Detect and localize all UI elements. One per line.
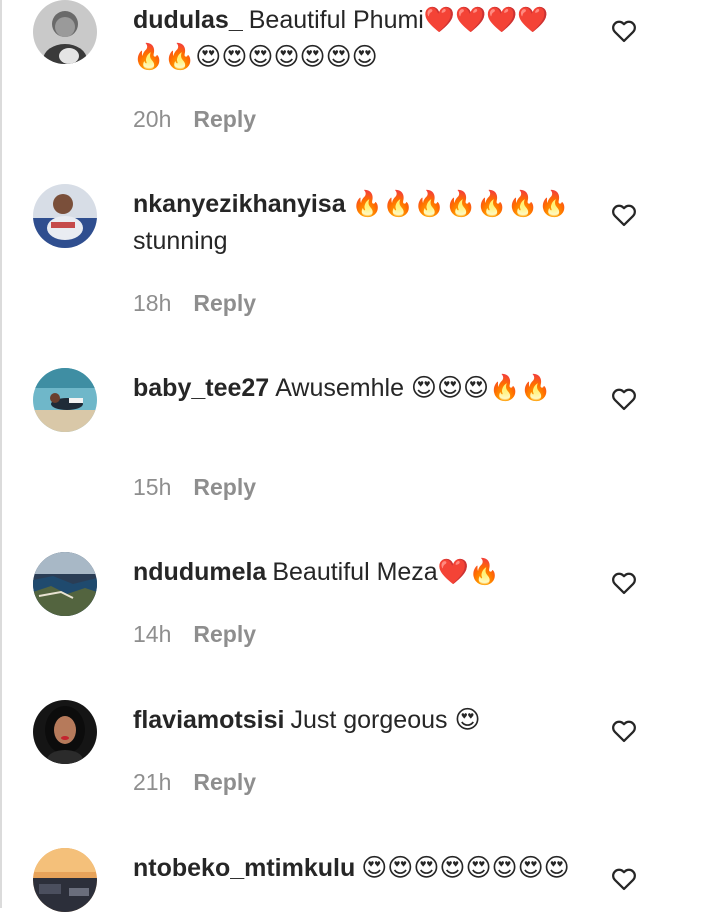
left-divider: [0, 0, 2, 908]
comment-timestamp: 21h: [133, 769, 172, 795]
avatar[interactable]: [33, 368, 97, 432]
comment-meta: 20h Reply: [133, 104, 256, 134]
comment-text: baby_tee27 Awusemhle 😍😍😍🔥🔥: [133, 370, 578, 407]
avatar-person-blue-icon: [33, 184, 97, 248]
avatar[interactable]: [33, 184, 97, 248]
comment-username[interactable]: dudulas_: [133, 6, 243, 34]
comment-meta: 15h Reply: [133, 472, 256, 502]
avatar-woman-portrait-bw-icon: [33, 0, 97, 64]
avatar[interactable]: [33, 0, 97, 64]
avatar[interactable]: [33, 700, 97, 764]
comment-meta: 14h Reply: [133, 619, 256, 649]
reply-button[interactable]: Reply: [193, 290, 256, 316]
like-button[interactable]: [610, 385, 638, 413]
like-button[interactable]: [610, 17, 638, 45]
like-button[interactable]: [610, 717, 638, 745]
comment-timestamp: 18h: [133, 290, 172, 316]
heart-outline-icon: [612, 20, 636, 43]
comment-message: Beautiful Meza❤️🔥: [272, 558, 500, 586]
comment-text: nkanyezikhanyisa 🔥🔥🔥🔥🔥🔥🔥stunning: [133, 186, 578, 260]
comment-username[interactable]: flaviamotsisi: [133, 706, 284, 734]
comment-message: Just gorgeous 😍: [290, 706, 481, 734]
reply-button[interactable]: Reply: [193, 474, 256, 500]
comment-message: Awusemhle 😍😍😍🔥🔥: [275, 374, 552, 402]
comment-username[interactable]: ntobeko_mtimkulu: [133, 854, 355, 882]
heart-outline-icon: [612, 388, 636, 411]
avatar-sunset-street-icon: [33, 848, 97, 912]
reply-button[interactable]: Reply: [193, 769, 256, 795]
heart-outline-icon: [612, 720, 636, 743]
comment-meta: 18h Reply: [133, 288, 256, 318]
reply-button[interactable]: Reply: [193, 621, 256, 647]
comment-username[interactable]: ndudumela: [133, 558, 266, 586]
comment-text: ntobeko_mtimkulu 😍😍😍😍😍😍😍😍: [133, 850, 578, 887]
heart-outline-icon: [612, 868, 636, 891]
comment-timestamp: 14h: [133, 621, 172, 647]
like-button[interactable]: [610, 569, 638, 597]
reply-button[interactable]: Reply: [193, 106, 256, 132]
comment-text: ndudumela Beautiful Meza❤️🔥: [133, 554, 578, 591]
avatar-beach-scene-icon: [33, 368, 97, 432]
comment-timestamp: 15h: [133, 474, 172, 500]
heart-outline-icon: [612, 204, 636, 227]
comment-username[interactable]: nkanyezikhanyisa: [133, 190, 346, 218]
avatar[interactable]: [33, 848, 97, 912]
comment-message: 😍😍😍😍😍😍😍😍: [361, 854, 570, 882]
comment-text: flaviamotsisi Just gorgeous 😍: [133, 702, 578, 739]
avatar-coastline-aerial-icon: [33, 552, 97, 616]
comment-username[interactable]: baby_tee27: [133, 374, 269, 402]
heart-outline-icon: [612, 572, 636, 595]
comment-timestamp: 20h: [133, 106, 172, 132]
avatar-woman-dark-hair-icon: [33, 700, 97, 764]
comment-meta: 21h Reply: [133, 767, 256, 797]
like-button[interactable]: [610, 201, 638, 229]
like-button[interactable]: [610, 865, 638, 893]
avatar[interactable]: [33, 552, 97, 616]
comment-text: dudulas_ Beautiful Phumi❤️❤️❤️❤️🔥🔥😍😍😍😍😍😍😍: [133, 2, 578, 76]
